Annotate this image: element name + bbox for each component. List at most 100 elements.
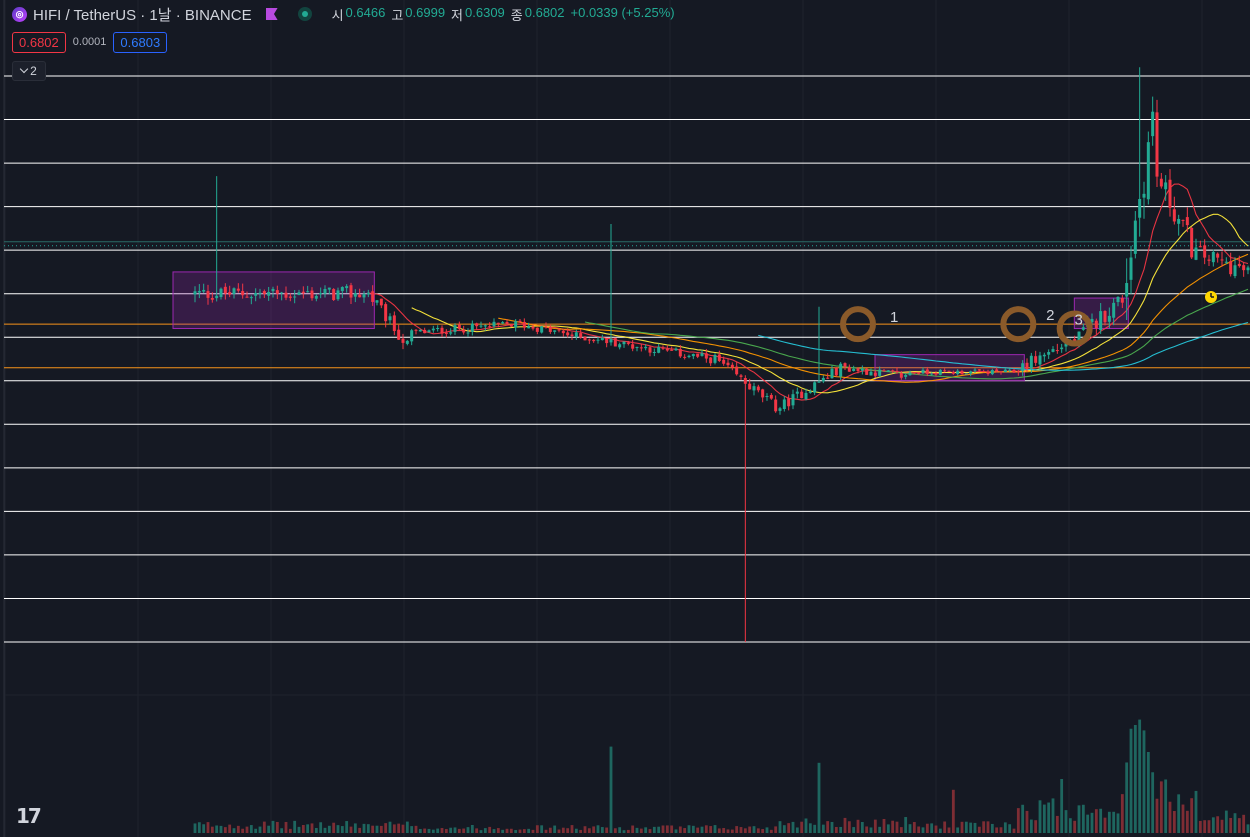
range-box[interactable] <box>172 271 375 330</box>
volume-bar <box>1016 808 1020 833</box>
candle-body <box>323 288 327 294</box>
candle-body <box>678 348 682 357</box>
volume-bar <box>1207 820 1211 833</box>
buy-price-button[interactable]: 0.6803 <box>113 31 168 53</box>
volume-bar <box>340 826 344 833</box>
candle-body <box>388 316 392 321</box>
volume-bar <box>878 826 882 833</box>
candle-body <box>1168 179 1172 208</box>
high-value: 0.6999 <box>405 4 446 20</box>
candle-body <box>982 371 986 373</box>
candle-body <box>778 408 782 411</box>
candle-body <box>652 352 656 354</box>
candle-body <box>1142 193 1146 198</box>
flag-icon[interactable] <box>265 8 278 20</box>
candle-body <box>899 372 903 378</box>
volume-bar <box>579 829 583 833</box>
candle-body <box>267 291 271 296</box>
candle-body <box>1198 246 1202 248</box>
candle-body <box>648 347 652 353</box>
volume-bar <box>1172 810 1176 833</box>
candle-body <box>934 373 938 375</box>
candle-body <box>544 326 548 328</box>
candle-body <box>826 377 830 379</box>
volume-bar <box>804 818 808 833</box>
volume-bar <box>518 829 522 833</box>
candle-body <box>605 338 609 344</box>
candle-body <box>878 369 882 376</box>
volume-bar <box>514 830 518 833</box>
candle-body <box>210 297 214 300</box>
candle-body <box>418 329 422 332</box>
candle-body <box>206 291 210 298</box>
volume-bar <box>457 828 461 833</box>
candle-body <box>1129 257 1133 280</box>
volume-bar <box>306 824 310 833</box>
candle-body <box>717 354 721 362</box>
candle-body <box>479 325 483 327</box>
candle-body <box>613 338 617 347</box>
candle-body <box>1021 363 1025 372</box>
candle-body <box>1034 356 1038 363</box>
candle-body <box>1185 217 1189 226</box>
volume-bar <box>960 821 964 833</box>
candle-body <box>726 362 730 366</box>
volume-bar <box>639 828 643 833</box>
candle-body <box>1216 253 1220 258</box>
volume-bar <box>622 830 626 833</box>
candle-body <box>986 371 990 374</box>
candle-body <box>1055 350 1059 352</box>
volume-bar <box>223 827 227 833</box>
candle-body <box>1047 352 1051 355</box>
horizontal-levels[interactable] <box>4 75 1250 643</box>
alert-layer[interactable] <box>1205 291 1217 303</box>
candle-body <box>1220 259 1224 261</box>
volume-bar <box>1246 824 1250 833</box>
candle-body <box>410 330 414 342</box>
chart-root[interactable]: 1 2 3 ◎ HIFI / TetherUS · 1날 · BINANCE 시 0… <box>0 0 1250 837</box>
candle-body <box>761 389 765 398</box>
visibility-eye-icon[interactable] <box>297 7 312 21</box>
candle-body <box>943 370 947 372</box>
volume-bar <box>704 825 708 833</box>
volume-bar <box>787 823 791 833</box>
price-chart[interactable]: 1 2 3 <box>0 0 1250 837</box>
volume-bar <box>414 825 418 833</box>
candle-body <box>847 367 851 372</box>
candle-body <box>496 322 500 324</box>
candle-body <box>405 340 409 344</box>
candle-body <box>431 328 435 331</box>
candle-body <box>921 369 925 374</box>
volume-bar <box>904 817 908 833</box>
candle-body <box>1042 354 1046 357</box>
candle-body <box>1181 219 1185 221</box>
volume-bar <box>709 826 713 833</box>
markers[interactable]: 1 2 3 <box>840 306 1093 347</box>
symbol-title[interactable]: HIFI / TetherUS · 1날 · BINANCE <box>33 4 252 25</box>
volume-bar <box>557 829 561 833</box>
candle-body <box>1164 182 1168 190</box>
volume-bar <box>405 821 409 833</box>
volume-bar <box>1159 781 1163 833</box>
candle-body <box>202 289 206 292</box>
volume-bar <box>1220 819 1224 833</box>
volume-bar <box>418 828 422 833</box>
volume-bar <box>249 825 253 833</box>
volume-bar <box>873 819 877 833</box>
volume-bar <box>470 824 474 833</box>
high-label: 고 <box>391 7 404 23</box>
candle-body <box>310 290 314 299</box>
range-boxes[interactable] <box>172 271 1129 382</box>
volume-bar <box>275 821 279 833</box>
volume-bar <box>379 825 383 833</box>
tradingview-logo[interactable]: 17 <box>16 804 42 828</box>
sell-price-button[interactable]: 0.6802 <box>12 31 66 53</box>
volume-bar <box>1224 810 1228 833</box>
candle-body <box>349 285 353 298</box>
candle-body <box>427 330 431 333</box>
candle-body <box>856 368 860 371</box>
volume-bar <box>1116 813 1120 833</box>
indicators-collapse-button[interactable]: 2 <box>12 61 46 81</box>
candle-body <box>609 339 613 343</box>
volume-bar <box>977 826 981 833</box>
